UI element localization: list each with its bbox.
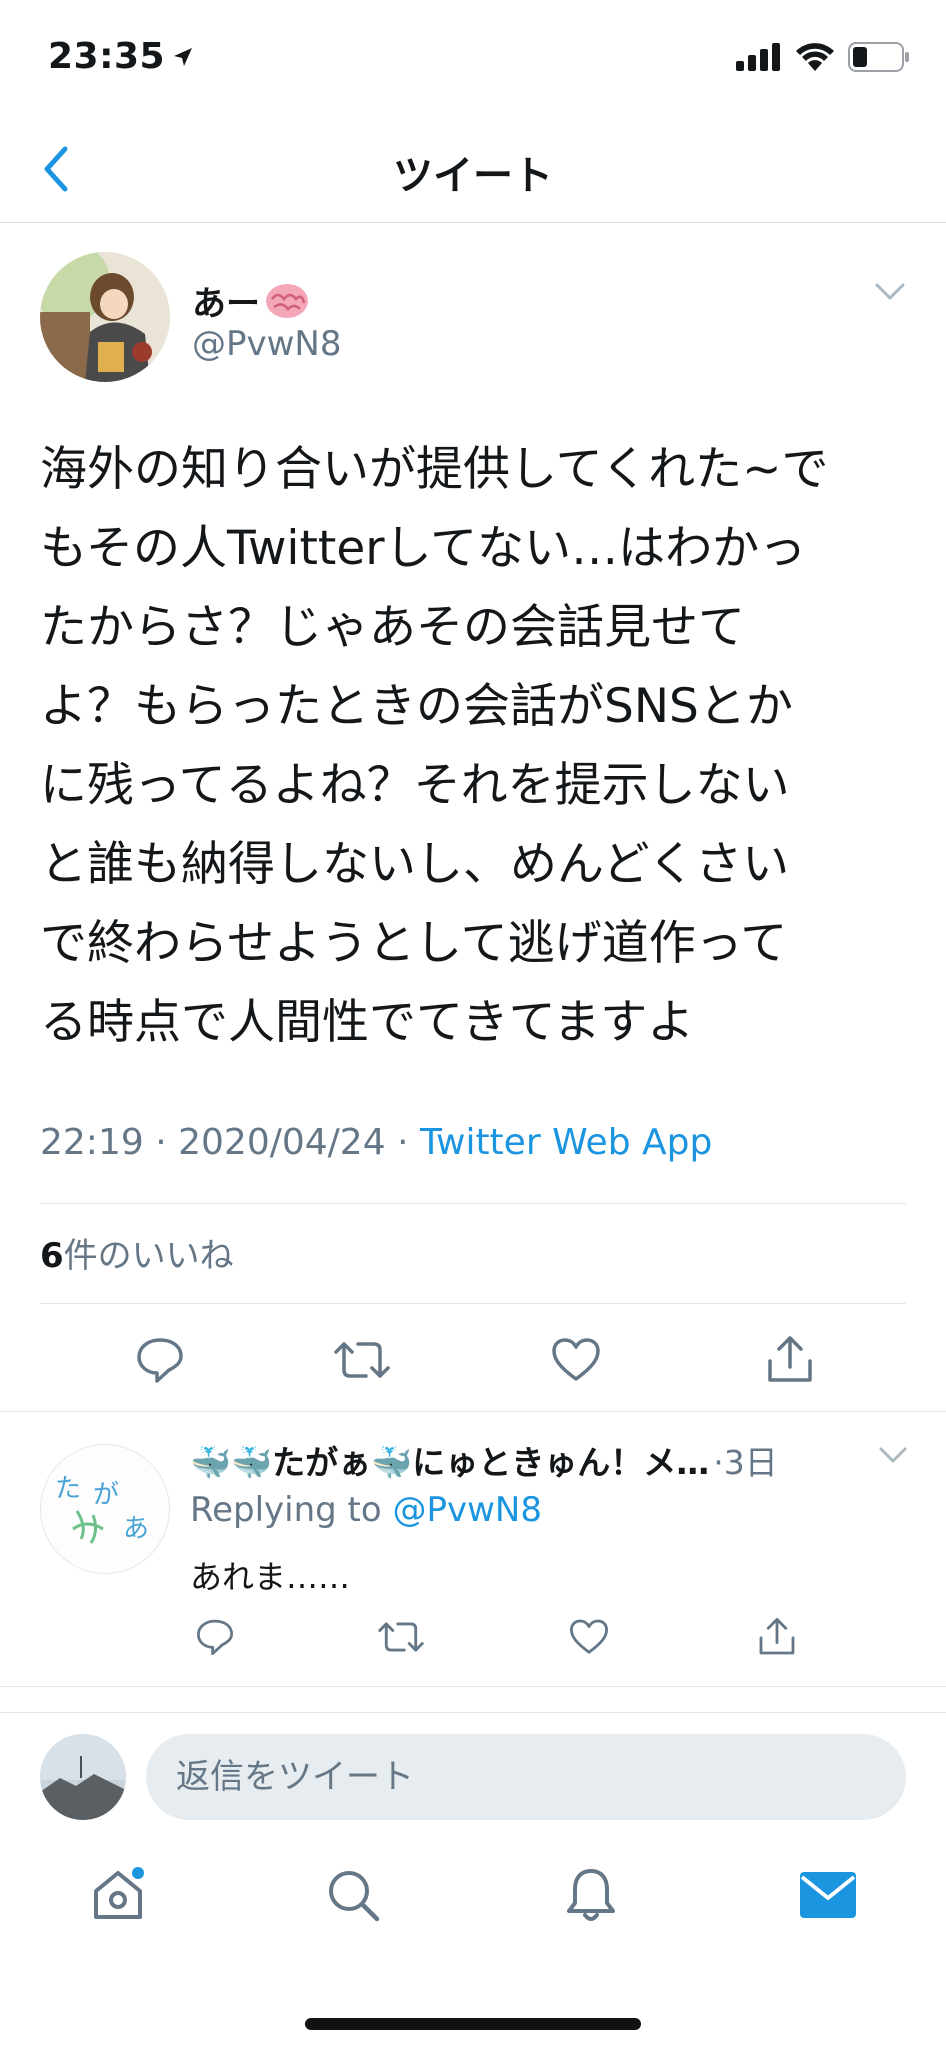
tweet-menu-button[interactable] xyxy=(874,282,906,306)
status-indicators xyxy=(736,42,910,72)
likes-row[interactable]: 6件のいいね xyxy=(40,1228,234,1277)
home-indicator xyxy=(305,2018,641,2030)
avatar-handwriting: た が あ xyxy=(55,1474,149,1544)
tab-home[interactable] xyxy=(78,1850,158,1940)
battery-icon xyxy=(848,42,909,72)
svg-text:あ: あ xyxy=(123,1514,149,1544)
user-name-text: あー xyxy=(192,284,260,324)
tab-messages[interactable] xyxy=(788,1850,868,1940)
retweet-button[interactable] xyxy=(376,1612,426,1662)
messages-icon xyxy=(800,1872,856,1918)
like-button[interactable] xyxy=(546,1330,606,1390)
reply-button[interactable] xyxy=(130,1330,190,1390)
search-icon xyxy=(329,1871,380,1922)
tab-search[interactable] xyxy=(313,1850,393,1940)
share-icon xyxy=(768,1336,812,1382)
like-icon xyxy=(552,1338,600,1381)
reply-header: 🐳🐳たがぁ🐳にゅときゅん！メ… ·3日 xyxy=(190,1436,890,1484)
tweet-header: あー @PvwN8 xyxy=(40,252,906,384)
reply-compose-input[interactable] xyxy=(146,1734,906,1820)
notifications-icon xyxy=(567,1869,615,1921)
page-title: ツイート xyxy=(393,153,553,199)
user-display-name[interactable]: あー xyxy=(192,276,310,325)
status-time-text: 23:35 xyxy=(48,36,166,77)
tab-bar xyxy=(0,1850,946,1950)
divider xyxy=(0,1686,946,1687)
tweet-text: 海外の知り合いが提供してくれた~で もその人Twitterしてない…はわかっ た… xyxy=(40,442,829,1050)
reply-text: あれま…… xyxy=(190,1558,351,1596)
likes-label: 件のいいね xyxy=(63,1236,234,1276)
home-icon xyxy=(94,1867,144,1919)
replying-handle[interactable]: @PvwN8 xyxy=(393,1490,543,1530)
chevron-down-icon xyxy=(875,283,905,300)
avatar[interactable] xyxy=(40,1734,126,1820)
location-arrow-icon xyxy=(174,47,193,66)
retweet-icon xyxy=(334,1342,390,1378)
retweet-icon xyxy=(378,1622,424,1652)
nav-bar: ツイート xyxy=(0,115,946,223)
tweet-time: 22:19 xyxy=(40,1122,144,1163)
brain-emoji-icon xyxy=(266,283,308,318)
retweet-button[interactable] xyxy=(332,1330,392,1390)
svg-text:が: が xyxy=(93,1480,119,1510)
divider xyxy=(40,1303,906,1304)
avatar[interactable]: た が あ xyxy=(40,1444,170,1574)
user-handle[interactable]: @PvwN8 xyxy=(192,324,342,364)
reply-button[interactable] xyxy=(190,1612,240,1662)
svg-text:た: た xyxy=(55,1474,81,1504)
chevron-down-icon xyxy=(879,1447,907,1463)
replying-to: Replying to @PvwN8 xyxy=(190,1490,542,1530)
meta-separator: · xyxy=(155,1122,167,1163)
reply-menu-button[interactable] xyxy=(878,1446,908,1468)
wifi-icon xyxy=(796,43,834,71)
status-time: 23:35 xyxy=(48,36,195,77)
avatar-landscape xyxy=(40,1734,126,1820)
avatar[interactable] xyxy=(40,252,170,382)
share-button[interactable] xyxy=(752,1612,802,1662)
share-icon xyxy=(759,1618,795,1655)
tweet-source-app[interactable]: Twitter Web App xyxy=(420,1122,712,1163)
tweet-meta: 22:19 · 2020/04/24 · Twitter Web App xyxy=(40,1122,712,1163)
like-button[interactable] xyxy=(564,1612,614,1662)
like-icon xyxy=(570,1619,608,1654)
tweet-actions xyxy=(40,1330,906,1390)
compose-bar xyxy=(0,1712,946,1832)
meta-separator: · xyxy=(397,1122,409,1163)
reply-actions xyxy=(190,1612,850,1662)
share-button[interactable] xyxy=(760,1330,820,1390)
reply-tweet[interactable]: た が あ 🐳🐳たがぁ🐳にゅときゅん！メ… ·3日 Replying to @P… xyxy=(0,1412,946,1688)
reply-display-name[interactable]: 🐳🐳たがぁ🐳にゅときゅん！メ… xyxy=(190,1436,709,1484)
reply-icon xyxy=(137,1338,183,1383)
tweet-date: 2020/04/24 xyxy=(178,1122,386,1163)
reply-icon xyxy=(196,1619,234,1656)
likes-count: 6 xyxy=(40,1236,64,1276)
tab-notifications[interactable] xyxy=(551,1850,631,1940)
reply-time: ·3日 xyxy=(713,1443,778,1482)
signal-icon xyxy=(736,43,780,71)
status-bar: 23:35 xyxy=(0,0,946,115)
avatar-illustration xyxy=(40,252,170,382)
replying-prefix: Replying to xyxy=(190,1490,382,1530)
divider xyxy=(40,1203,906,1204)
